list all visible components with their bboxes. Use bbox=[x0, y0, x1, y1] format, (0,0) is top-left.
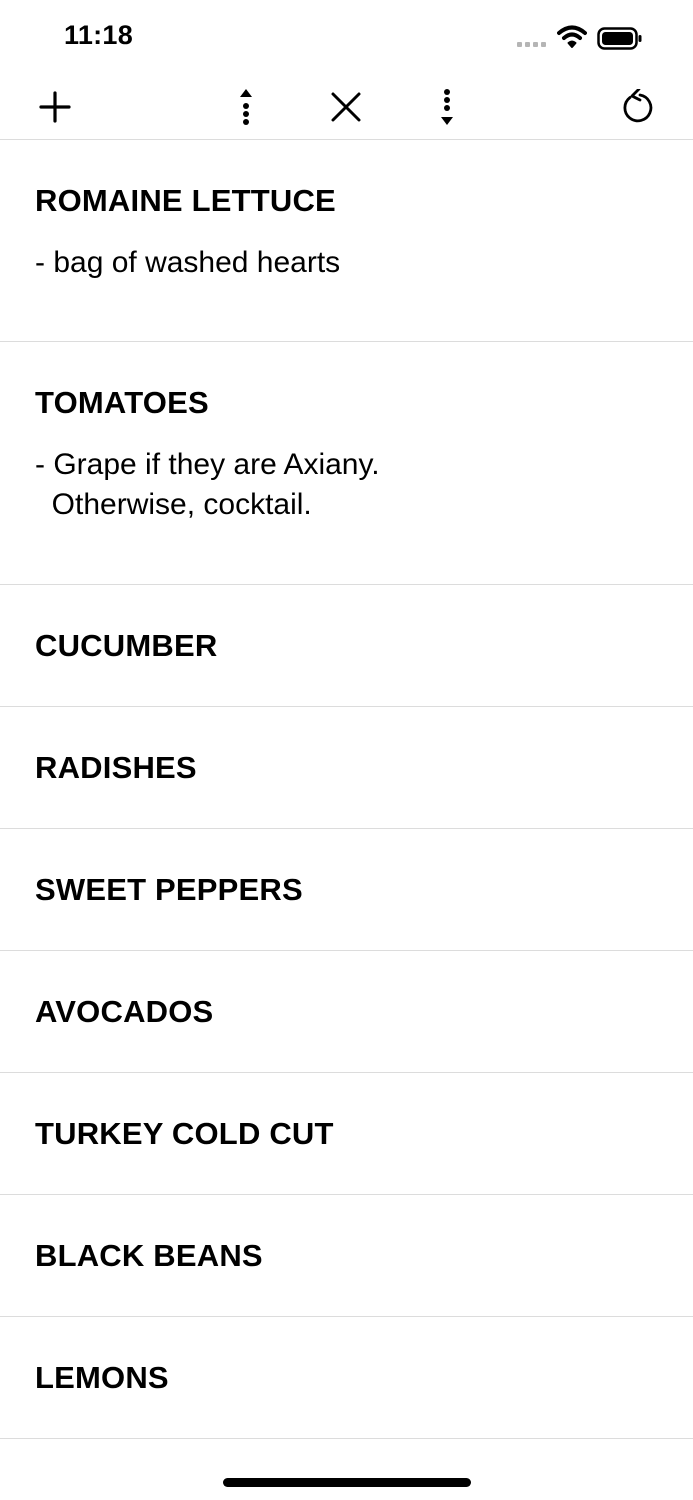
battery-icon bbox=[597, 27, 642, 50]
item-title: TURKEY COLD CUT bbox=[35, 1116, 334, 1151]
shopping-list: ROMAINE LETTUCE - bag of washed hearts T… bbox=[0, 140, 693, 1439]
home-indicator[interactable] bbox=[223, 1478, 471, 1487]
list-item[interactable]: ROMAINE LETTUCE - bag of washed hearts bbox=[0, 140, 693, 342]
move-to-bottom-button[interactable] bbox=[422, 82, 472, 132]
plus-icon bbox=[39, 91, 71, 123]
item-title: AVOCADOS bbox=[35, 994, 214, 1029]
list-item[interactable]: TOMATOES - Grape if they are Axiany. Oth… bbox=[0, 342, 693, 585]
list-item[interactable]: AVOCADOS bbox=[0, 951, 693, 1073]
list-item[interactable]: LEMONS bbox=[0, 1317, 693, 1439]
list-item[interactable]: RADISHES bbox=[0, 707, 693, 829]
item-title: LEMONS bbox=[35, 1360, 169, 1395]
rotate-ccw-icon bbox=[623, 89, 653, 123]
item-note: - Grape if they are Axiany. Otherwise, c… bbox=[35, 448, 380, 521]
wifi-icon bbox=[557, 25, 587, 48]
add-button[interactable] bbox=[30, 82, 80, 132]
move-to-top-button[interactable] bbox=[221, 82, 271, 132]
item-title: ROMAINE LETTUCE bbox=[35, 183, 336, 218]
list-item[interactable]: TURKEY COLD CUT bbox=[0, 1073, 693, 1195]
item-title: CUCUMBER bbox=[35, 628, 218, 663]
status-time: 11:18 bbox=[64, 20, 134, 50]
clear-button[interactable] bbox=[321, 82, 371, 132]
x-icon bbox=[331, 92, 361, 122]
item-title: SWEET PEPPERS bbox=[35, 872, 303, 907]
item-title: BLACK BEANS bbox=[35, 1238, 263, 1273]
item-note: - bag of washed hearts bbox=[35, 246, 341, 279]
arrow-up-dotted-icon bbox=[240, 89, 252, 125]
list-item[interactable]: BLACK BEANS bbox=[0, 1195, 693, 1317]
item-title: TOMATOES bbox=[35, 385, 209, 420]
item-title: RADISHES bbox=[35, 750, 197, 785]
status-icons bbox=[517, 24, 657, 54]
list-item[interactable]: CUCUMBER bbox=[0, 585, 693, 707]
arrow-down-dotted-icon bbox=[441, 89, 453, 125]
list-item[interactable]: SWEET PEPPERS bbox=[0, 829, 693, 951]
toolbar bbox=[0, 76, 693, 140]
reset-button[interactable] bbox=[612, 82, 662, 132]
cellular-signal-icon bbox=[517, 42, 546, 47]
status-bar: 11:18 bbox=[0, 0, 693, 76]
